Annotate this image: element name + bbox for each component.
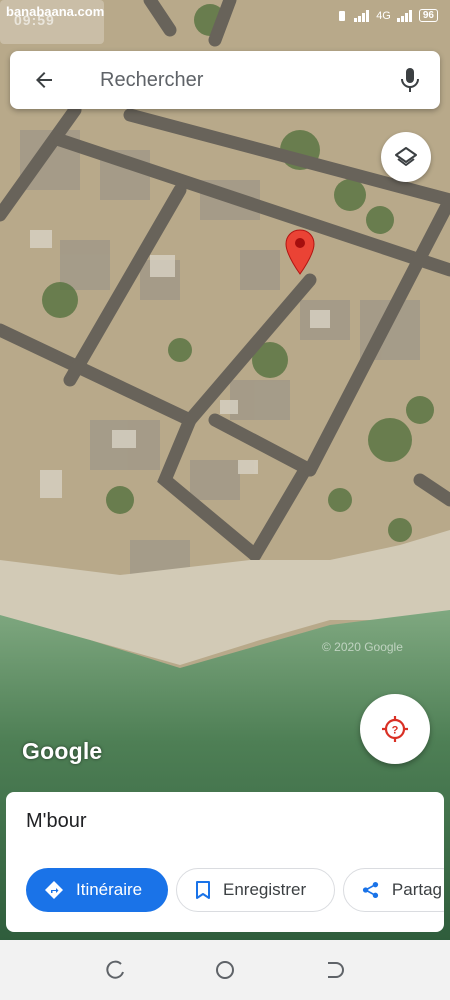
search-bar[interactable]: Rechercher — [10, 51, 440, 109]
place-sheet[interactable]: M'bour Itinéraire Enregistrer Partag — [6, 792, 444, 932]
search-input[interactable]: Rechercher — [100, 69, 203, 92]
signal-icon — [354, 9, 370, 22]
recents-icon[interactable] — [106, 960, 126, 980]
place-title: M'bour — [26, 810, 87, 832]
my-location-button[interactable]: ? — [360, 694, 430, 764]
map-pin-icon[interactable] — [284, 228, 316, 276]
map-copyright: © 2020 Google — [322, 640, 403, 654]
directions-label: Itinéraire — [76, 880, 143, 899]
status-icons: 4G 96 — [336, 9, 438, 22]
share-button[interactable]: Partag — [343, 868, 444, 912]
save-button[interactable]: Enregistrer — [176, 868, 335, 912]
back-icon[interactable] — [324, 960, 344, 980]
google-logo: Google — [22, 738, 103, 764]
status-bar: banabaana.com 09:59 4G 96 — [0, 0, 450, 44]
system-nav-bar — [0, 940, 450, 1000]
bookmark-icon — [196, 881, 210, 899]
action-chips: Itinéraire Enregistrer Partag — [26, 868, 444, 912]
share-icon — [362, 881, 379, 899]
layers-icon — [395, 147, 417, 166]
my-location-icon: ? — [382, 716, 408, 742]
save-label: Enregistrer — [223, 880, 307, 899]
network-type: 4G — [376, 9, 391, 22]
share-label: Partag — [391, 880, 442, 899]
home-icon[interactable] — [215, 960, 235, 980]
directions-button[interactable]: Itinéraire — [26, 868, 168, 912]
layers-button[interactable] — [381, 132, 431, 182]
battery-indicator: 96 — [418, 9, 438, 22]
status-time: 09:59 — [14, 12, 55, 28]
vibrate-icon — [339, 10, 346, 21]
signal-icon-2 — [396, 9, 412, 22]
directions-icon — [45, 881, 63, 899]
back-arrow-icon[interactable] — [32, 68, 56, 92]
microphone-icon[interactable] — [398, 66, 422, 94]
svg-text:?: ? — [392, 725, 399, 737]
